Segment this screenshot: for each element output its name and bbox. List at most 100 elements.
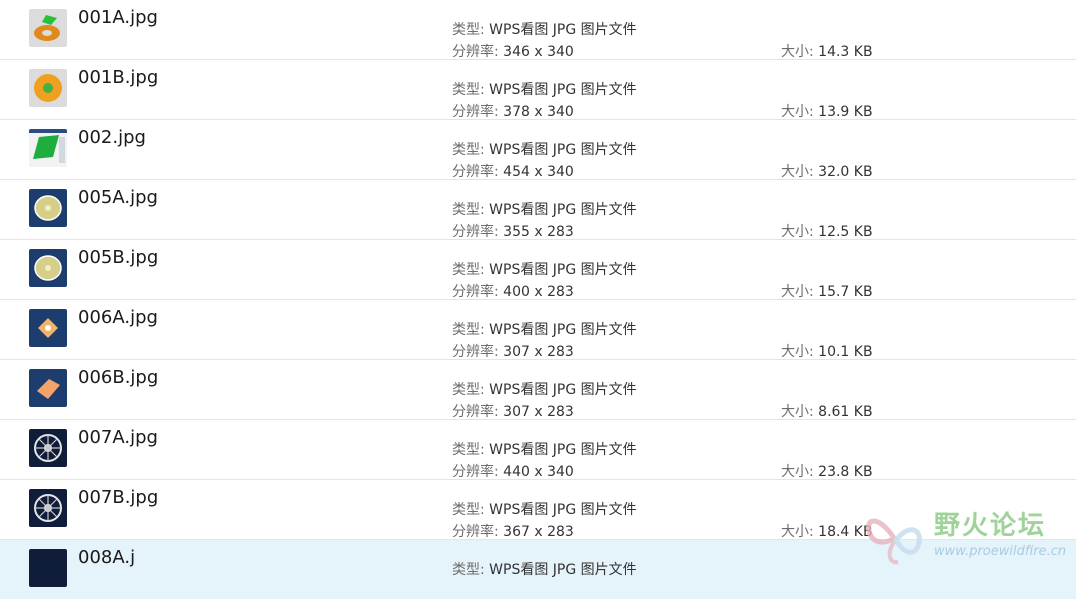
file-size-label: 大小:	[781, 404, 814, 420]
file-resolution-value: 367 x 283	[503, 524, 574, 540]
file-name[interactable]: 006B.jpg	[78, 367, 158, 388]
cad-window-green-surface-icon	[29, 129, 67, 167]
file-resolution-label: 分辨率:	[452, 224, 499, 240]
file-size-value: 8.61 KB	[818, 404, 873, 420]
file-name[interactable]: 007B.jpg	[78, 487, 158, 508]
file-size-label: 大小:	[781, 284, 814, 300]
file-size-value: 14.3 KB	[818, 44, 873, 60]
file-name[interactable]: 008A.j	[78, 547, 135, 568]
file-type-value: WPS看图 JPG 图片文件	[489, 142, 637, 158]
file-name[interactable]: 005A.jpg	[78, 187, 158, 208]
file-type: 类型: WPS看图 JPG 图片文件	[452, 19, 637, 39]
file-row[interactable]: 001A.jpg 类型: WPS看图 JPG 图片文件 分辨率: 346 x 340…	[0, 0, 1076, 60]
white-wheel-dark-bg-icon	[29, 489, 67, 527]
file-type-value: WPS看图 JPG 图片文件	[489, 502, 637, 518]
file-name[interactable]: 001A.jpg	[78, 7, 158, 28]
file-resolution: 分辨率: 355 x 283	[452, 221, 574, 241]
file-resolution-value: 355 x 283	[503, 224, 574, 240]
file-row[interactable]: 001B.jpg 类型: WPS看图 JPG 图片文件 分辨率: 378 x 340…	[0, 60, 1076, 120]
file-type: 类型: WPS看图 JPG 图片文件	[452, 439, 637, 459]
file-resolution-label: 分辨率:	[452, 44, 499, 60]
orange-plate-blue-bg-icon	[29, 369, 67, 407]
file-name[interactable]: 007A.jpg	[78, 427, 158, 448]
file-resolution: 分辨率: 378 x 340	[452, 101, 574, 121]
file-row[interactable]: 007B.jpg 类型: WPS看图 JPG 图片文件 分辨率: 367 x 283…	[0, 480, 1076, 540]
file-row[interactable]: 006B.jpg 类型: WPS看图 JPG 图片文件 分辨率: 307 x 283…	[0, 360, 1076, 420]
file-resolution-label: 分辨率:	[452, 344, 499, 360]
file-type-label: 类型:	[452, 382, 485, 398]
file-name[interactable]: 005B.jpg	[78, 247, 158, 268]
file-resolution-value: 378 x 340	[503, 104, 574, 120]
file-size-value: 12.5 KB	[818, 224, 873, 240]
file-size: 大小: 23.8 KB	[781, 461, 873, 481]
file-resolution-label: 分辨率:	[452, 104, 499, 120]
file-size-value: 10.1 KB	[818, 344, 873, 360]
file-type-label: 类型:	[452, 442, 485, 458]
file-name[interactable]: 006A.jpg	[78, 307, 158, 328]
orange-disc-green-center-icon	[29, 69, 67, 107]
file-type-label: 类型:	[452, 142, 485, 158]
yellow-dish-blue-bg-icon	[29, 189, 67, 227]
file-size-label: 大小:	[781, 464, 814, 480]
file-size-label: 大小:	[781, 224, 814, 240]
file-resolution: 分辨率: 440 x 340	[452, 461, 574, 481]
file-type-value: WPS看图 JPG 图片文件	[489, 562, 637, 578]
file-size: 大小: 15.7 KB	[781, 281, 873, 301]
file-size-value: 23.8 KB	[818, 464, 873, 480]
file-resolution: 分辨率: 454 x 340	[452, 161, 574, 181]
orange-ring-green-part-icon	[29, 9, 67, 47]
file-resolution-label: 分辨率:	[452, 464, 499, 480]
file-type: 类型: WPS看图 JPG 图片文件	[452, 319, 637, 339]
file-type-label: 类型:	[452, 322, 485, 338]
file-type-label: 类型:	[452, 202, 485, 218]
file-type: 类型: WPS看图 JPG 图片文件	[452, 379, 637, 399]
dark-thumbnail-icon	[29, 549, 67, 587]
file-resolution-value: 440 x 340	[503, 464, 574, 480]
file-resolution-label: 分辨率:	[452, 284, 499, 300]
file-resolution-value: 400 x 283	[503, 284, 574, 300]
file-size: 大小: 14.3 KB	[781, 41, 873, 61]
orange-diamond-blue-bg-icon	[29, 309, 67, 347]
file-type: 类型: WPS看图 JPG 图片文件	[452, 79, 637, 99]
file-size: 大小: 8.61 KB	[781, 401, 873, 421]
file-size: 大小: 18.4 KB	[781, 521, 873, 541]
file-size-label: 大小:	[781, 104, 814, 120]
file-type-label: 类型:	[452, 502, 485, 518]
file-resolution-label: 分辨率:	[452, 524, 499, 540]
file-resolution: 分辨率: 307 x 283	[452, 341, 574, 361]
file-type: 类型: WPS看图 JPG 图片文件	[452, 259, 637, 279]
file-type-value: WPS看图 JPG 图片文件	[489, 262, 637, 278]
file-type-value: WPS看图 JPG 图片文件	[489, 382, 637, 398]
file-resolution-value: 307 x 283	[503, 344, 574, 360]
file-name[interactable]: 001B.jpg	[78, 67, 158, 88]
file-resolution-label: 分辨率:	[452, 404, 499, 420]
file-size-value: 13.9 KB	[818, 104, 873, 120]
file-size-value: 32.0 KB	[818, 164, 873, 180]
file-size-label: 大小:	[781, 44, 814, 60]
file-resolution: 分辨率: 367 x 283	[452, 521, 574, 541]
yellow-dish-blue-bg-icon	[29, 249, 67, 287]
file-resolution-label: 分辨率:	[452, 164, 499, 180]
file-type: 类型: WPS看图 JPG 图片文件	[452, 499, 637, 519]
file-size: 大小: 10.1 KB	[781, 341, 873, 361]
file-row[interactable]: 006A.jpg 类型: WPS看图 JPG 图片文件 分辨率: 307 x 283…	[0, 300, 1076, 360]
file-type: 类型: WPS看图 JPG 图片文件	[452, 559, 637, 579]
file-row[interactable]: 005A.jpg 类型: WPS看图 JPG 图片文件 分辨率: 355 x 283…	[0, 180, 1076, 240]
file-row[interactable]: 005B.jpg 类型: WPS看图 JPG 图片文件分辨率: 400 x 283…	[0, 240, 1076, 300]
file-size: 大小: 32.0 KB	[781, 161, 873, 181]
file-type-label: 类型:	[452, 562, 485, 578]
file-size-value: 18.4 KB	[818, 524, 873, 540]
file-type-value: WPS看图 JPG 图片文件	[489, 322, 637, 338]
file-resolution: 分辨率: 346 x 340	[452, 41, 574, 61]
file-type: 类型: WPS看图 JPG 图片文件	[452, 139, 637, 159]
file-size-value: 15.7 KB	[818, 284, 873, 300]
file-type-value: WPS看图 JPG 图片文件	[489, 82, 637, 98]
file-row[interactable]: 007A.jpg 类型: WPS看图 JPG 图片文件 分辨率: 440 x 340…	[0, 420, 1076, 480]
file-size: 大小: 13.9 KB	[781, 101, 873, 121]
file-resolution-value: 346 x 340	[503, 44, 574, 60]
file-row[interactable]: 002.jpg 类型: WPS看图 JPG 图片文件 分辨率: 454 x 340 大…	[0, 120, 1076, 180]
file-size-label: 大小:	[781, 164, 814, 180]
file-name[interactable]: 002.jpg	[78, 127, 146, 148]
white-wheel-dark-bg-icon	[29, 429, 67, 467]
file-type-label: 类型:	[452, 22, 485, 38]
